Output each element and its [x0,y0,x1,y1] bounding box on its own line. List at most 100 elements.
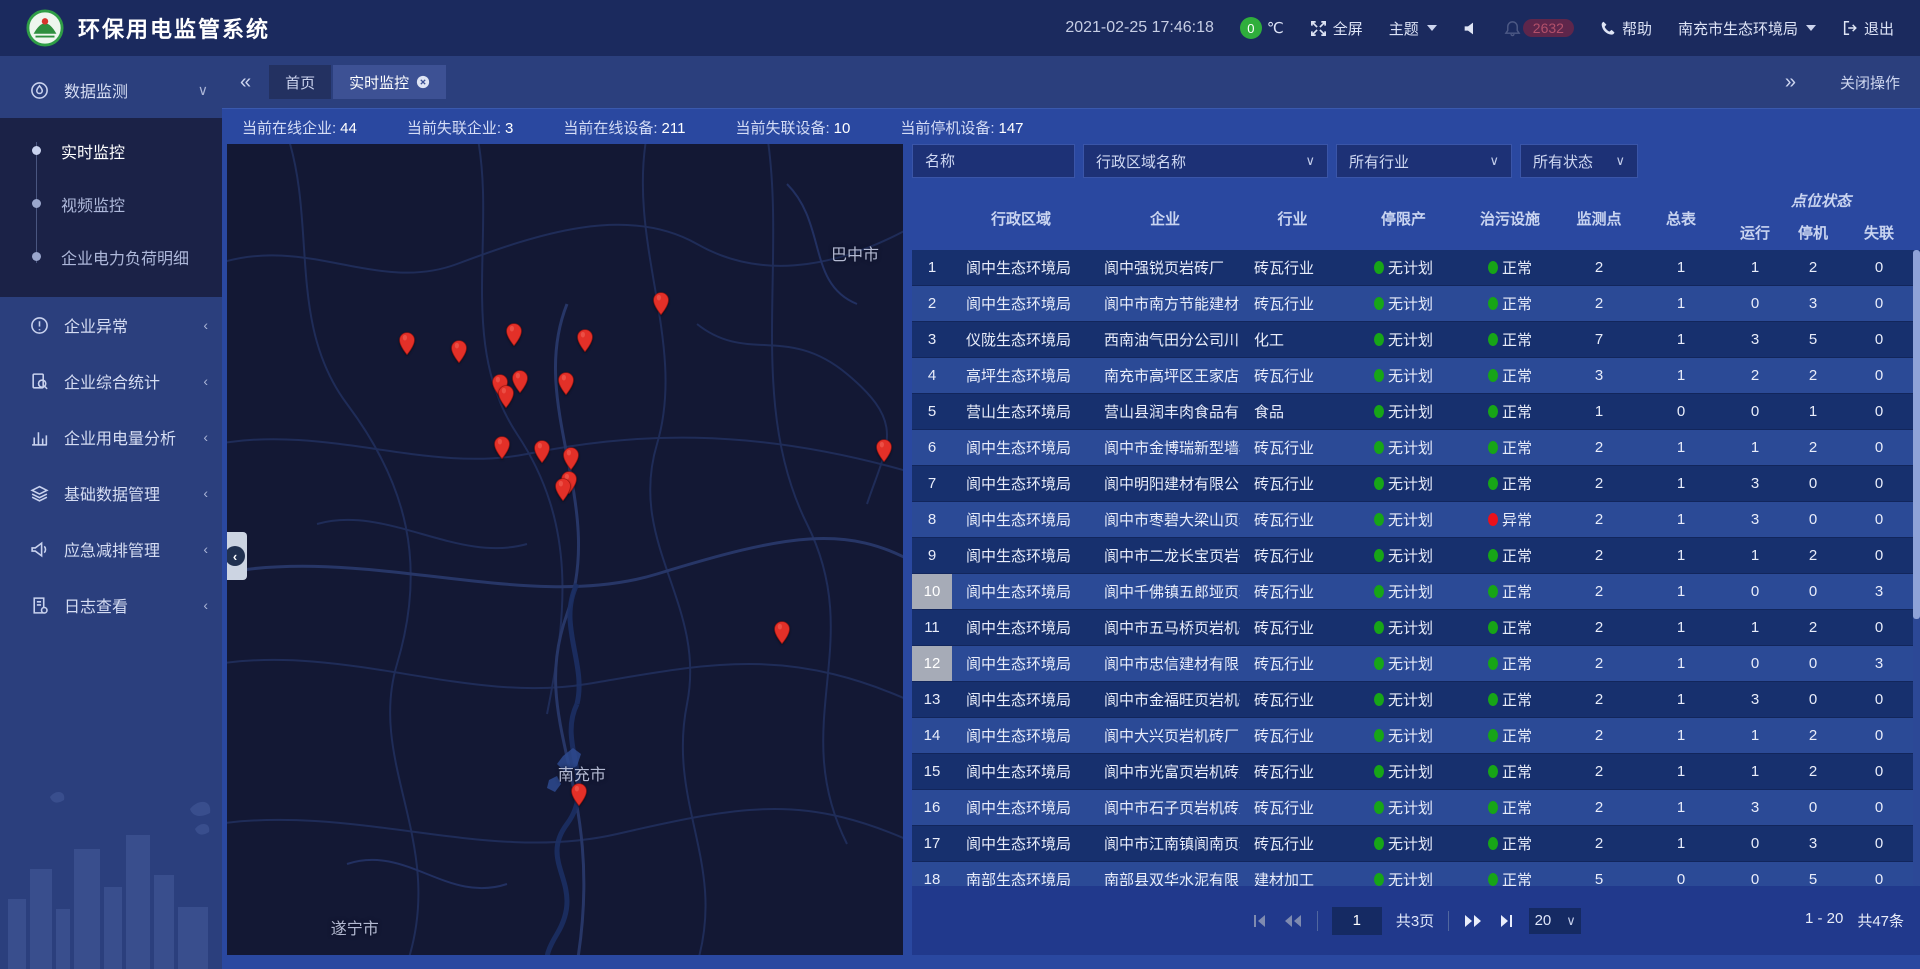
map-collapse-button[interactable]: ‹ [227,532,247,580]
scrollbar-thumb[interactable] [1913,250,1920,619]
cell-points: 1 [1558,403,1640,420]
sidebar-item-power-analysis[interactable]: 企业用电量分析‹ [0,409,222,465]
map-marker-pin[interactable] [571,783,588,807]
prev-page-button[interactable] [1283,913,1303,929]
cell-company: 阆中市光富页岩机砖厂 [1090,761,1240,782]
sidebar-item-logs[interactable]: 日志查看‹ [0,577,222,633]
map-marker-pin[interactable] [557,372,574,396]
sidebar-item-data-monitor[interactable]: 数据监测∨ [0,62,222,118]
row-index: 6 [912,430,952,465]
cell-limit-status: 无计划 [1345,833,1462,854]
mute-button[interactable] [1463,21,1478,36]
cell-stop: 1 [1788,403,1838,420]
page-size-select[interactable]: 20 ∨ [1529,908,1581,934]
sidebar-subitem-label: 企业电力负荷明细 [61,245,189,269]
map-marker-pin[interactable] [506,323,523,347]
notifications-button[interactable]: 2632 [1504,19,1574,37]
map-marker-pin[interactable] [577,329,594,353]
chevron-left-icon: ‹ [203,429,208,445]
table-row[interactable]: 15阆中生态环境局阆中市光富页岩机砖厂砖瓦行业无计划正常21120 [912,754,1920,790]
cell-meter: 1 [1640,367,1722,384]
status-dot-icon [1488,297,1498,310]
map-marker-pin[interactable] [498,385,515,409]
page-size-value: 20 [1535,912,1552,929]
map-marker-pin[interactable] [773,621,790,645]
table-row[interactable]: 17阆中生态环境局阆中市江南镇阆南页岩砖瓦行业无计划正常21030 [912,826,1920,862]
first-page-button[interactable] [1251,913,1269,929]
map-marker-pin[interactable] [563,447,580,471]
logout-button[interactable]: 退出 [1842,18,1894,39]
status-dot-icon [1488,333,1498,346]
table-row[interactable]: 14阆中生态环境局阆中大兴页岩机砖厂砖瓦行业无计划正常21120 [912,718,1920,754]
col-points: 监测点 [1558,186,1640,250]
org-dropdown[interactable]: 南充市生态环境局 [1678,18,1816,39]
sidebar-item-enterprise-stats[interactable]: 企业综合统计‹ [0,353,222,409]
close-operations-button[interactable]: 关闭操作 [1840,72,1900,93]
table-row[interactable]: 7阆中生态环境局阆中明阳建材有限公司砖瓦行业无计划正常21300 [912,466,1920,502]
cell-meter: 1 [1640,619,1722,636]
table-row[interactable]: 13阆中生态环境局阆中市金福旺页岩机砖砖瓦行业无计划正常21300 [912,682,1920,718]
help-button[interactable]: 帮助 [1600,18,1652,39]
cell-company: 阆中市石子页岩机砖厂 [1090,797,1240,818]
map-marker-pin[interactable] [876,439,893,463]
map-marker-pin[interactable] [652,292,669,316]
stat-value: 44 [340,120,357,137]
tab-realtime-monitor[interactable]: 实时监控 [333,65,446,99]
sidebar-item-emergency[interactable]: 应急减排管理‹ [0,521,222,577]
table-row[interactable]: 2阆中生态环境局阆中市南方节能建材有砖瓦行业无计划正常21030 [912,286,1920,322]
theme-dropdown[interactable]: 主题 [1389,18,1437,39]
cell-lost: 0 [1838,799,1920,816]
cell-stop: 3 [1788,835,1838,852]
stat-label: 当前失联企业: [407,120,501,137]
tab-home[interactable]: 首页 [269,65,331,99]
table-row[interactable]: 12阆中生态环境局阆中市忠信建材有限公砖瓦行业无计划正常21003 [912,646,1920,682]
map-marker-pin[interactable] [534,440,551,464]
fullscreen-button[interactable]: 全屏 [1310,18,1363,39]
table-row[interactable]: 10阆中生态环境局阆中千佛镇五郎垭页岩砖瓦行业无计划正常21003 [912,574,1920,610]
status-select[interactable]: 所有状态 ∨ [1520,144,1638,178]
chevron-left-icon: ‹ [203,485,208,501]
page-number-input[interactable] [1332,907,1382,935]
next-page-button[interactable] [1463,913,1483,929]
map-marker-pin[interactable] [398,332,415,356]
cell-meter: 1 [1640,763,1722,780]
enterprise-panel: 行政区域名称 ∨ 所有行业 ∨ 所有状态 ∨ 行政区域 企业 行业 停限产 治污… [912,144,1920,955]
status-select-value: 所有状态 [1533,151,1593,172]
cell-points: 2 [1558,727,1640,744]
cell-points: 2 [1558,655,1640,672]
close-icon[interactable] [416,75,430,89]
sidebar-item-enterprise-abnormal[interactable]: 企业异常‹ [0,297,222,353]
tabs-scroll-right-button[interactable]: » [1767,71,1814,94]
table-row[interactable]: 4高坪生态环境局南充市高坪区王家店建砖瓦行业无计划正常31220 [912,358,1920,394]
cell-stop: 2 [1788,367,1838,384]
sidebar-subitem[interactable]: 企业电力负荷明细 [0,230,222,283]
tabs-scroll-left-button[interactable]: « [222,71,269,94]
map-view[interactable]: 巴中市南充市遂宁市 ‹ [227,144,903,955]
sidebar-item-base-data[interactable]: 基础数据管理‹ [0,465,222,521]
map-marker-pin[interactable] [554,478,571,502]
sidebar-subitem[interactable]: 视频监控 [0,177,222,230]
stat-label: 当前在线设备: [563,120,657,137]
sidebar-subitem[interactable]: 实时监控 [0,124,222,177]
map-marker-pin[interactable] [450,340,467,364]
region-select[interactable]: 行政区域名称 ∨ [1083,144,1328,178]
stat-label: 当前在线企业: [242,120,336,137]
table-row[interactable]: 6阆中生态环境局阆中市金博瑞新型墙材砖瓦行业无计划正常21120 [912,430,1920,466]
table-row[interactable]: 16阆中生态环境局阆中市石子页岩机砖厂砖瓦行业无计划正常21300 [912,790,1920,826]
table-row[interactable]: 8阆中生态环境局阆中市枣碧大梁山页岩砖瓦行业无计划异常21300 [912,502,1920,538]
cell-points: 2 [1558,691,1640,708]
table-row[interactable]: 11阆中生态环境局阆中市五马桥页岩机砖砖瓦行业无计划正常21120 [912,610,1920,646]
table-scrollbar[interactable] [1913,250,1920,886]
name-search-input[interactable] [912,144,1075,178]
table-row[interactable]: 1阆中生态环境局阆中强锐页岩砖厂砖瓦行业无计划正常21120 [912,250,1920,286]
industry-select[interactable]: 所有行业 ∨ [1336,144,1512,178]
last-page-button[interactable] [1497,913,1515,929]
table-row[interactable]: 9阆中生态环境局阆中市二龙长宝页岩砖砖瓦行业无计划正常21120 [912,538,1920,574]
table-row[interactable]: 3仪陇生态环境局西南油气田分公司川中化工无计划正常71350 [912,322,1920,358]
cell-stop: 0 [1788,799,1838,816]
status-dot-icon [1374,729,1384,742]
cell-run: 1 [1722,259,1788,276]
table-row[interactable]: 5营山生态环境局营山县润丰肉食品有限食品无计划正常10010 [912,394,1920,430]
map-marker-pin[interactable] [494,436,511,460]
cell-run: 3 [1722,331,1788,348]
